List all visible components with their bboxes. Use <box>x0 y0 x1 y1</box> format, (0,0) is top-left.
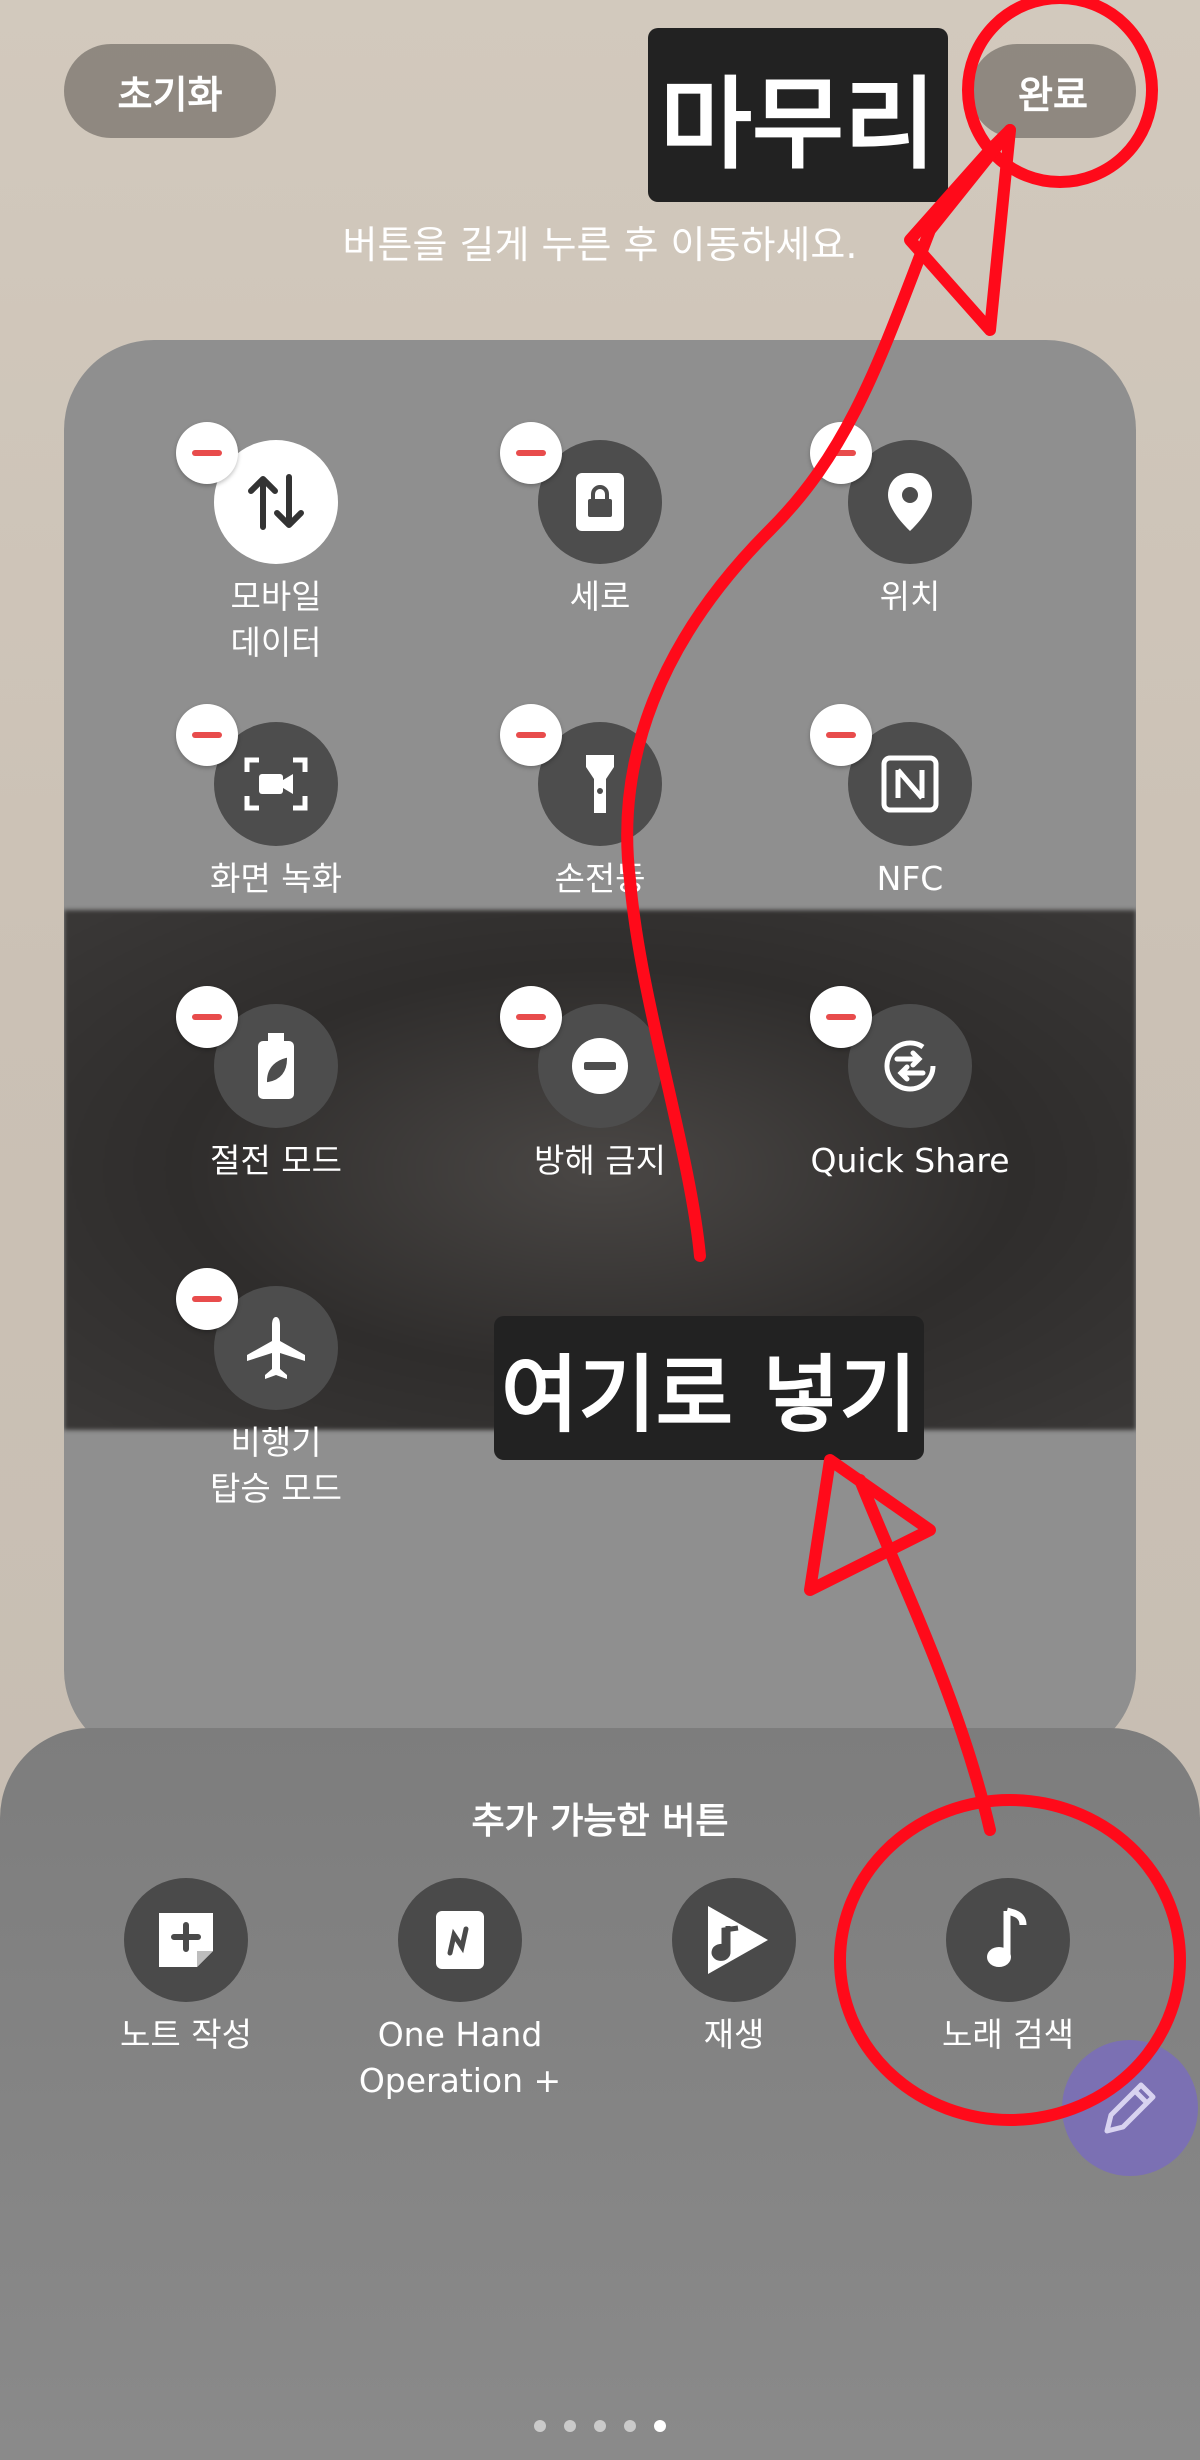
tile-label: 방해 금지 <box>534 1141 666 1180</box>
done-button[interactable]: 완료 <box>970 44 1136 138</box>
tile-label: Quick Share <box>810 1141 1010 1180</box>
note-add-icon <box>124 1878 248 2002</box>
remove-icon[interactable] <box>176 422 238 484</box>
tile-label: 세로 <box>569 577 631 616</box>
page-dot[interactable] <box>624 2420 636 2432</box>
tile-quick-share[interactable]: Quick Share <box>760 986 1060 1184</box>
remove-icon[interactable] <box>500 704 562 766</box>
tile-label: 손전등 <box>554 859 646 898</box>
page-indicator <box>0 2420 1200 2432</box>
tile-nfc[interactable]: NFC <box>760 704 1060 902</box>
tile-label: 모바일 데이터 <box>230 577 322 662</box>
remove-icon[interactable] <box>176 986 238 1048</box>
page-dot[interactable] <box>654 2420 666 2432</box>
tile-screen-record[interactable]: 화면 녹화 <box>126 704 426 902</box>
instruction-hint: 버튼을 길게 누른 후 이동하세요. <box>342 223 858 267</box>
tile-power-saving[interactable]: 절전 모드 <box>126 986 426 1184</box>
remove-icon[interactable] <box>500 422 562 484</box>
tray-item-song-search[interactable]: 노래 검색 <box>858 1878 1158 2058</box>
tile-portrait[interactable]: 세로 <box>450 422 750 620</box>
tile-dnd[interactable]: 방해 금지 <box>450 986 750 1184</box>
one-hand-icon <box>398 1878 522 2002</box>
annotation-finish-label: 마무리 <box>648 28 948 202</box>
tray-item-note[interactable]: 노트 작성 <box>36 1878 336 2058</box>
tile-label: 화면 녹화 <box>210 859 342 898</box>
music-note-icon <box>946 1878 1070 2002</box>
remove-icon[interactable] <box>176 704 238 766</box>
edit-fab[interactable] <box>1062 2040 1198 2176</box>
reset-button[interactable]: 초기화 <box>64 44 276 138</box>
tile-label: 절전 모드 <box>210 1141 342 1180</box>
tile-location[interactable]: 위치 <box>760 422 1060 620</box>
tile-flashlight[interactable]: 손전등 <box>450 704 750 902</box>
remove-icon[interactable] <box>810 422 872 484</box>
remove-icon[interactable] <box>176 1268 238 1330</box>
tray-item-one-hand[interactable]: One Hand Operation + <box>310 1878 610 2104</box>
active-buttons-panel: 모바일 데이터 세로 위치 화면 녹화 손전등 NFC 절전 모드 방해 금지 … <box>64 340 1136 1760</box>
tray-item-play[interactable]: 재생 <box>584 1878 884 2058</box>
page-dot[interactable] <box>564 2420 576 2432</box>
annotation-put-here-label: 여기로 넣기 <box>494 1316 924 1460</box>
tile-label: 노트 작성 <box>120 2015 252 2054</box>
play-icon <box>672 1878 796 2002</box>
pencil-icon <box>1104 2082 1156 2134</box>
tile-label: 재생 <box>703 2015 765 2054</box>
tray-title: 추가 가능한 버튼 <box>471 1801 729 1842</box>
tile-label: 비행기 탑승 모드 <box>210 1423 342 1508</box>
page-dot[interactable] <box>534 2420 546 2432</box>
page-dot[interactable] <box>594 2420 606 2432</box>
remove-icon[interactable] <box>500 986 562 1048</box>
remove-icon[interactable] <box>810 986 872 1048</box>
remove-icon[interactable] <box>810 704 872 766</box>
tile-mobile-data[interactable]: 모바일 데이터 <box>126 422 426 666</box>
tile-label: 위치 <box>879 577 941 616</box>
tile-label: One Hand Operation + <box>358 2015 562 2100</box>
tile-label: NFC <box>876 859 944 898</box>
available-buttons-tray: 추가 가능한 버튼 노트 작성 One Hand Operation + 재생 … <box>0 1728 1200 2460</box>
tile-airplane[interactable]: 비행기 탑승 모드 <box>126 1268 426 1512</box>
